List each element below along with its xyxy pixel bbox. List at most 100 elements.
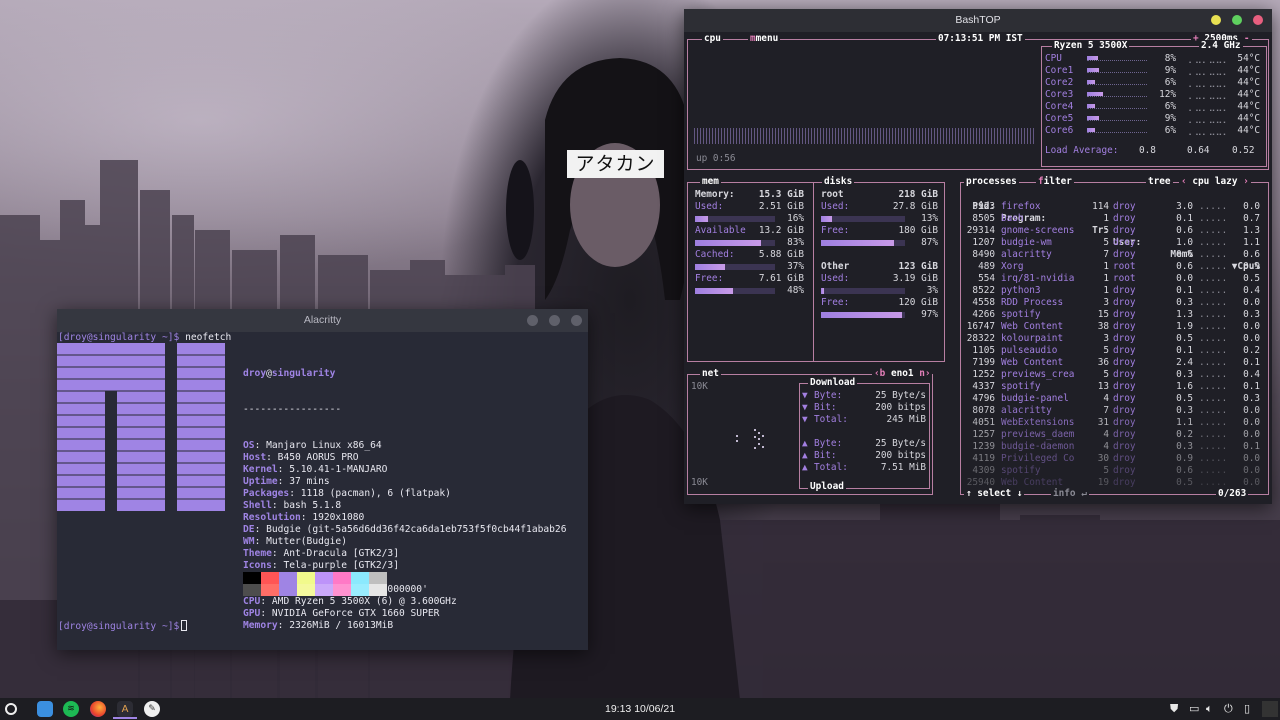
info-row: CPU: AMD Ryzen 5 3500X (6) @ 3.600GHz xyxy=(243,596,457,607)
cpu-sparkline: ..... xyxy=(1199,441,1228,452)
user: droy xyxy=(1113,237,1136,248)
panel-clock[interactable]: 19:13 10/06/21 xyxy=(605,698,675,720)
command: neofetch xyxy=(179,332,232,343)
info-key: Theme xyxy=(243,548,272,559)
mem-percent: 0.1 xyxy=(1176,213,1193,224)
volume-icon[interactable]: 🔈︎ xyxy=(1206,702,1213,716)
process-row[interactable]: 8522 python3 1 droy 0.1..... 0.4 xyxy=(961,285,1261,297)
mem-percent: 0.6 xyxy=(1176,465,1193,476)
process-row[interactable]: 8490 alacritty 7 droy 0.6..... 0.6 xyxy=(961,249,1261,261)
select-hint[interactable]: ↑ select ↓ xyxy=(964,488,1025,500)
mem-row-percent: 83% xyxy=(787,237,804,248)
refresh-plus[interactable]: + xyxy=(1193,33,1199,44)
process-row[interactable]: 16747 Web Content 38 droy 1.9..... 0.0 xyxy=(961,321,1261,333)
prompt-line-2: [droy@singularity ~]$ xyxy=(58,620,188,633)
color-swatch xyxy=(243,572,261,584)
power-icon[interactable]: ⏻ xyxy=(1224,702,1233,716)
minimize-button[interactable] xyxy=(1211,15,1221,25)
maximize-button[interactable] xyxy=(549,315,560,326)
info-hint[interactable]: info ↵ xyxy=(1051,488,1089,500)
spotify-icon[interactable]: ≋ xyxy=(63,701,79,717)
mem-percent: 0.3 xyxy=(1176,405,1193,416)
close-button[interactable] xyxy=(571,315,582,326)
cpu-percent: 0.6 xyxy=(1243,249,1260,260)
user: root xyxy=(1113,261,1136,272)
sort-prev[interactable]: ‹ xyxy=(1181,176,1187,187)
program: RDD Process xyxy=(1001,297,1064,308)
process-row[interactable]: 4337 spotify 13 droy 1.6..... 0.1 xyxy=(961,381,1261,393)
bashtop-window[interactable]: BashTOP cpu mmenu 07:13:51 PM IST + 2500… xyxy=(684,9,1272,504)
mem-percent: 0.9 xyxy=(1176,453,1193,464)
alacritty-icon[interactable]: A xyxy=(117,701,133,717)
user: droy xyxy=(1113,309,1136,320)
process-row[interactable]: 1207 budgie-wm 5 droy 1.0..... 1.1 xyxy=(961,237,1261,249)
program: budgie-daemon xyxy=(1001,441,1075,452)
pid: 4266 xyxy=(972,309,995,320)
shield-icon[interactable]: ⛊ xyxy=(1170,702,1178,716)
process-row[interactable]: 7199 Web Content 36 droy 2.4..... 0.1 xyxy=(961,357,1261,369)
process-row[interactable]: 1239 budgie-daemon 4 droy 0.3..... 0.1 xyxy=(961,441,1261,453)
filter-button[interactable]: ffilterilter xyxy=(1036,176,1074,188)
cpu-sparkline: ..... xyxy=(1199,453,1228,464)
info-row: Theme: Ant-Dracula [GTK2/3] xyxy=(243,548,399,559)
process-row[interactable]: 8078 alacritty 7 droy 0.3..... 0.0 xyxy=(961,405,1261,417)
core-bar-fill xyxy=(1087,56,1098,60)
core-name: CPU xyxy=(1045,53,1062,64)
core-percent: 6% xyxy=(1164,101,1176,112)
process-row[interactable]: 1257 previews_daem 4 droy 0.2..... 0.0 xyxy=(961,429,1261,441)
net-stats-box: Download ▼ Byte: 25 Byte/s ▼ Bit: 200 bitps ▼ T… xyxy=(799,377,930,493)
process-row[interactable]: 1252 previews_crea 5 droy 0.3..... 0.4 xyxy=(961,369,1261,381)
info-key: GPU xyxy=(243,608,261,619)
process-row[interactable]: 8505 bash 1 droy 0.1..... 0.7 xyxy=(961,213,1261,225)
iface-prev[interactable]: ‹b xyxy=(874,368,885,379)
alacritty-window[interactable]: Alacritty [droy@singularity ~]$ neofetch… xyxy=(57,309,588,650)
disk-bar-fill xyxy=(821,216,832,222)
show-desktop-button[interactable] xyxy=(1262,701,1278,717)
iface-next[interactable]: n› xyxy=(919,368,930,379)
display-icon[interactable]: ▭ xyxy=(1189,702,1199,715)
process-row[interactable]: 28322 kolourpaint 3 droy 0.5..... 0.0 xyxy=(961,333,1261,345)
disk-free-bar xyxy=(821,312,905,318)
process-row[interactable]: 3923 firefox 114 droy 3.0..... 0.0 xyxy=(961,201,1261,213)
mem-row-percent: 37% xyxy=(787,261,804,272)
iface-selector[interactable]: ‹b eno1 n› xyxy=(872,368,933,380)
refresh-minus[interactable]: - xyxy=(1244,33,1250,44)
process-row[interactable]: 554 irq/81-nvidia 1 root 0.0..... 0.5 xyxy=(961,273,1261,285)
sort-selector[interactable]: ‹ cpu lazy › xyxy=(1179,176,1251,188)
host: singularity xyxy=(271,368,336,379)
cpu-percent: 0.1 xyxy=(1243,381,1260,392)
notifications-icon[interactable]: ▯ xyxy=(1244,702,1250,715)
process-row[interactable]: 489 Xorg 1 root 0.6..... 0.9 xyxy=(961,261,1261,273)
sort-next[interactable]: › xyxy=(1243,176,1249,187)
close-button[interactable] xyxy=(1253,15,1263,25)
files-icon[interactable] xyxy=(37,701,53,717)
mem-bar-fill xyxy=(695,240,762,246)
process-row[interactable]: 4051 WebExtensions 31 droy 1.1..... 0.0 xyxy=(961,417,1261,429)
minimize-button[interactable] xyxy=(527,315,538,326)
process-row[interactable]: 1105 pulseaudio 5 droy 0.1..... 0.2 xyxy=(961,345,1261,357)
core-bar xyxy=(1087,104,1147,109)
process-row[interactable]: 4309 spotify 5 droy 0.6..... 0.0 xyxy=(961,465,1261,477)
tree-button[interactable]: tree xyxy=(1146,176,1173,188)
cpu-sparkline: ..... xyxy=(1199,345,1228,356)
disk-used-bar xyxy=(821,216,905,222)
menu-icon[interactable] xyxy=(5,703,17,715)
process-row[interactable]: 4796 budgie-panel 4 droy 0.5..... 0.3 xyxy=(961,393,1261,405)
color-swatch xyxy=(351,584,369,596)
program: previews_daem xyxy=(1001,429,1075,440)
bashtop-titlebar[interactable]: BashTOP xyxy=(684,9,1272,32)
program: Web Content xyxy=(1001,321,1064,332)
core-temp: 44°C xyxy=(1237,101,1260,112)
maximize-button[interactable] xyxy=(1232,15,1242,25)
firefox-icon[interactable] xyxy=(90,701,106,717)
process-row[interactable]: 4558 RDD Process 3 droy 0.3..... 0.0 xyxy=(961,297,1261,309)
alacritty-titlebar[interactable]: Alacritty xyxy=(57,309,588,332)
info-key: Shell xyxy=(243,500,272,511)
proc-header: Pid: Program: Tr: User: Mem% ▼Cpu% xyxy=(961,189,1261,272)
process-row[interactable]: 29314 gnome-screens 5 droy 0.6..... 1.3 xyxy=(961,225,1261,237)
process-row[interactable]: 4119 Privileged Co 30 droy 0.9..... 0.0 xyxy=(961,453,1261,465)
menu-button[interactable]: mmenu xyxy=(748,33,781,45)
process-row[interactable]: 4266 spotify 15 droy 1.3..... 0.3 xyxy=(961,309,1261,321)
pid: 1207 xyxy=(972,237,995,248)
kolourpaint-icon[interactable]: ✎ xyxy=(144,701,160,717)
